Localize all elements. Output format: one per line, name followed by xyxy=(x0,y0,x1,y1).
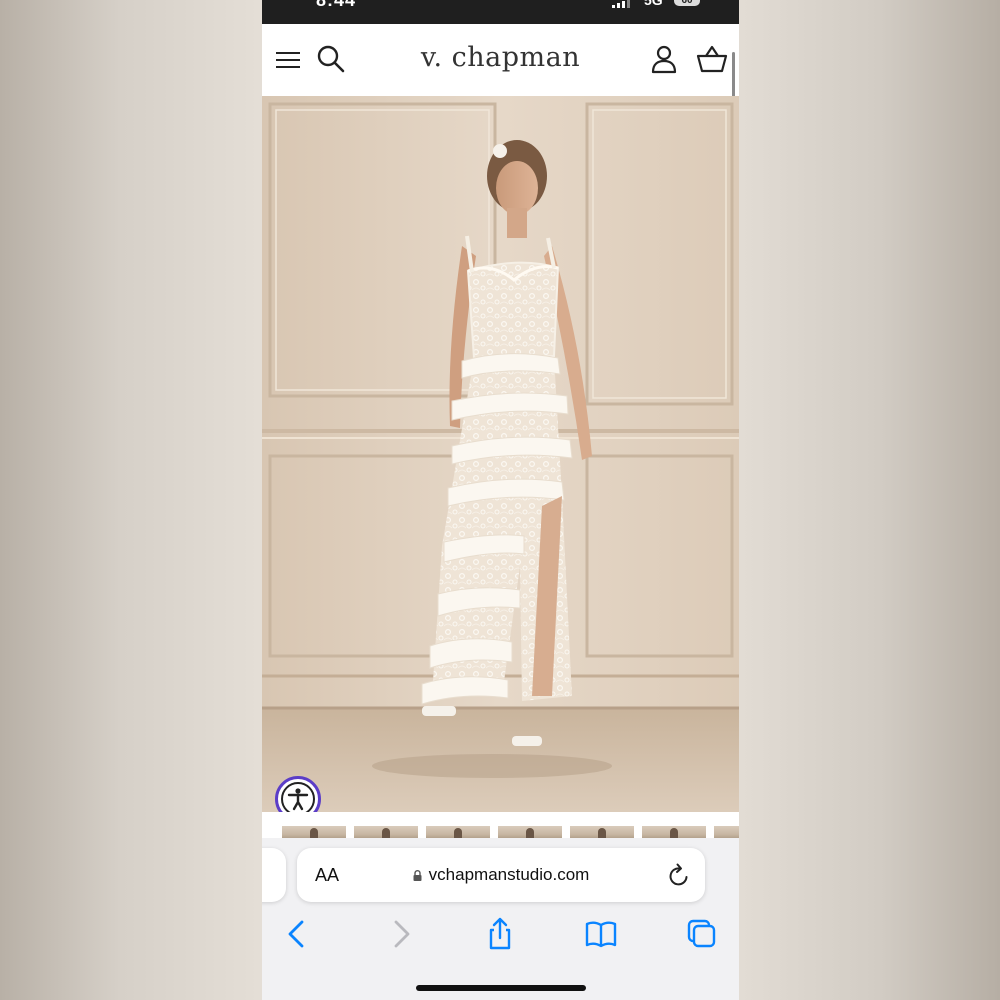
lock-icon xyxy=(413,870,422,881)
home-indicator[interactable] xyxy=(416,985,586,991)
basket-icon[interactable] xyxy=(696,44,728,74)
battery-icon: 60 xyxy=(674,0,700,6)
status-bar: 8:44 5G 60 xyxy=(262,0,739,24)
previous-tab-address-bar[interactable] xyxy=(262,848,286,902)
tabs-icon[interactable] xyxy=(684,916,720,952)
site-header: v. chapman xyxy=(262,24,739,208)
signal-icon xyxy=(612,0,632,8)
address-bar[interactable]: AA vchapmanstudio.com xyxy=(297,848,705,902)
reload-icon[interactable] xyxy=(667,862,691,888)
url-text: vchapmanstudio.com xyxy=(428,865,590,884)
phone-screen: 8:44 5G 60 v. chapman AA vchapmanstudio.… xyxy=(262,0,739,1000)
bookmarks-icon[interactable] xyxy=(583,916,619,952)
status-time: 8:44 xyxy=(316,0,357,10)
battery-level: 60 xyxy=(681,0,693,6)
url-display[interactable]: vchapmanstudio.com xyxy=(297,865,705,885)
back-icon[interactable] xyxy=(280,916,316,952)
share-icon[interactable] xyxy=(482,916,518,952)
browser-toolbar: AA vchapmanstudio.com xyxy=(262,838,739,1000)
network-label: 5G xyxy=(644,0,663,8)
user-icon[interactable] xyxy=(650,44,678,74)
product-image[interactable] xyxy=(262,96,739,812)
forward-icon[interactable] xyxy=(382,916,418,952)
